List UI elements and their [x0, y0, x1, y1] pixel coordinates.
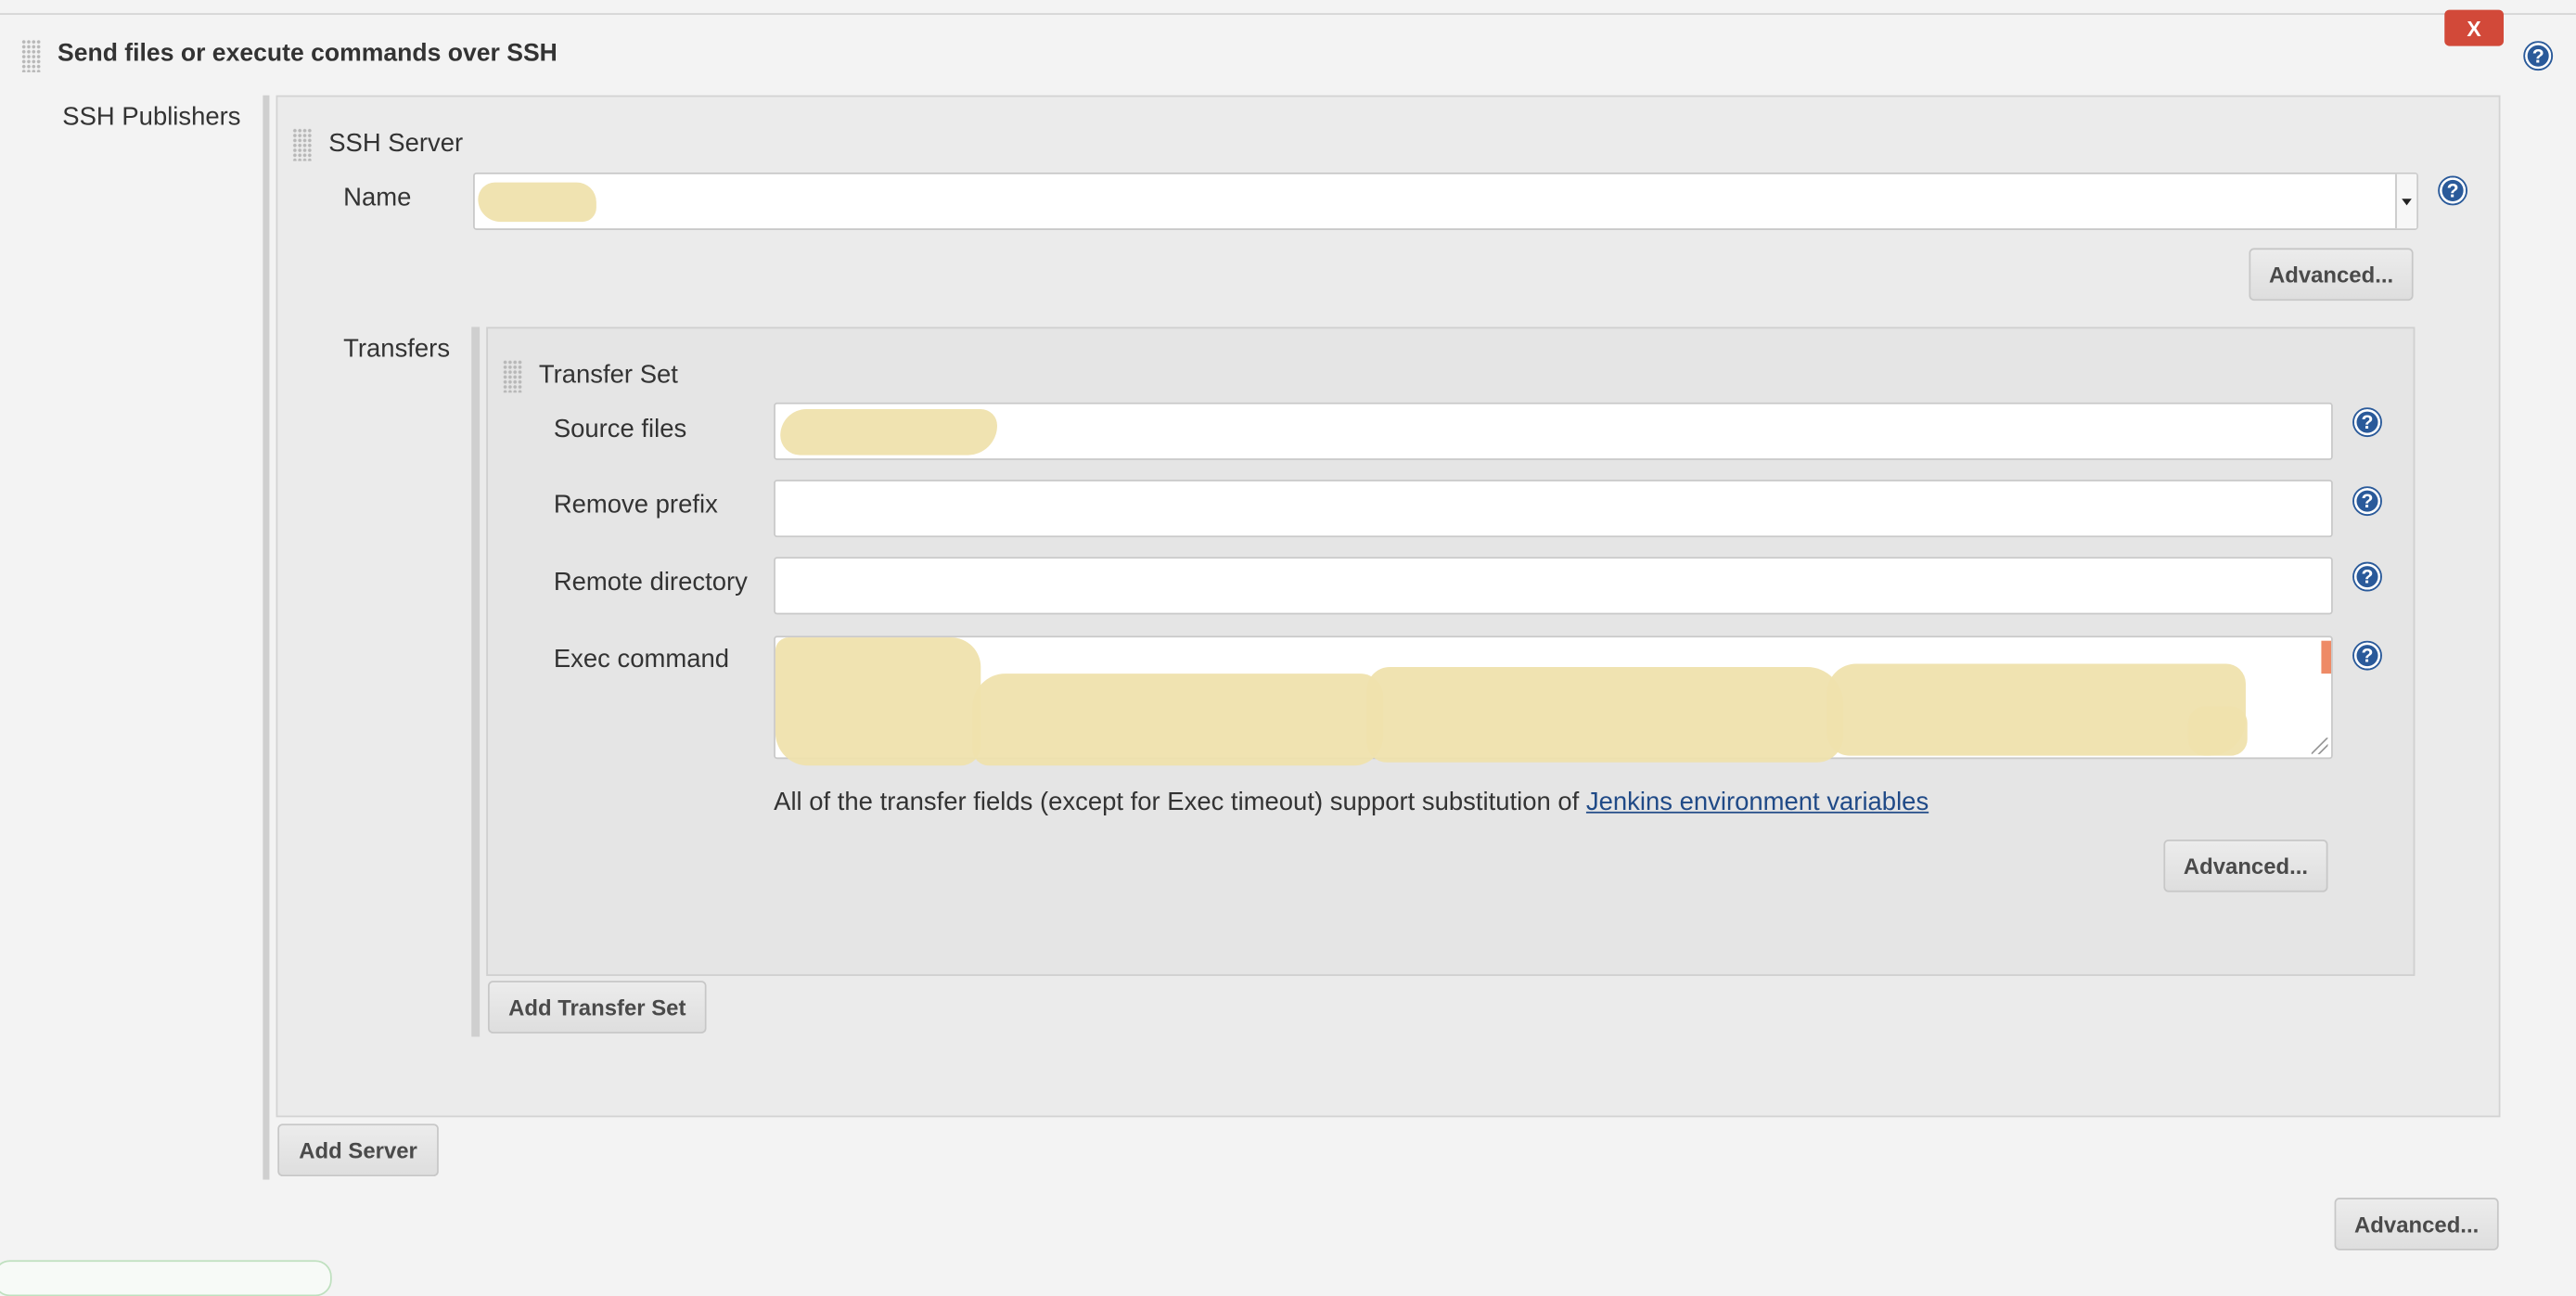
publishers-group-bar: [263, 95, 270, 1180]
server-name-select[interactable]: [473, 172, 2418, 230]
help-icon[interactable]: ?: [2352, 561, 2382, 592]
transfers-label: Transfers: [343, 335, 451, 364]
add-transfer-set-button[interactable]: Add Transfer Set: [487, 981, 707, 1033]
resize-grip-icon[interactable]: [2311, 738, 2328, 754]
redaction-mark: [972, 674, 1384, 766]
remote-directory-input[interactable]: [774, 557, 2333, 615]
drag-handle-icon[interactable]: [21, 39, 42, 72]
dropdown-toggle[interactable]: [2395, 173, 2417, 229]
redaction-mark: [1826, 663, 2246, 756]
source-files-label: Source files: [553, 416, 687, 444]
substitution-note-text: All of the transfer fields (except for E…: [774, 789, 1586, 817]
scroll-marker: [2321, 640, 2332, 674]
publisher-advanced-button[interactable]: Advanced...: [2334, 1198, 2499, 1251]
ssh-publishers-label: SSH Publishers: [62, 103, 241, 132]
remove-prefix-label: Remove prefix: [553, 491, 718, 520]
name-label: Name: [343, 184, 412, 212]
help-icon[interactable]: ?: [2352, 486, 2382, 517]
substitution-note: All of the transfer fields (except for E…: [774, 789, 1929, 818]
ssh-publisher-section: Send files or execute commands over SSH …: [0, 0, 2576, 1296]
chevron-down-icon: [2402, 199, 2412, 206]
redaction-mark: [478, 182, 596, 223]
transfer-set-drag-handle-icon[interactable]: [502, 359, 523, 393]
redaction-mark: [775, 637, 981, 766]
jenkins-env-vars-link[interactable]: Jenkins environment variables: [1586, 789, 1929, 816]
exec-command-label: Exec command: [553, 646, 730, 674]
help-icon[interactable]: ?: [2352, 640, 2382, 671]
ssh-server-header: SSH Server: [328, 129, 464, 159]
server-advanced-button[interactable]: Advanced...: [2249, 248, 2414, 302]
transfers-group-bar: [471, 327, 481, 1037]
partial-bottom-panel: [0, 1260, 332, 1296]
delete-section-button[interactable]: X: [2444, 9, 2505, 46]
redaction-mark: [780, 408, 997, 456]
section-title: Send files or execute commands over SSH: [57, 39, 557, 68]
remove-prefix-input[interactable]: [774, 480, 2333, 538]
help-icon[interactable]: ?: [2523, 41, 2554, 71]
help-icon[interactable]: ?: [2438, 175, 2468, 206]
source-files-input[interactable]: [774, 402, 2333, 460]
transfer-set-header: Transfer Set: [538, 361, 678, 390]
add-server-button[interactable]: Add Server: [277, 1123, 439, 1177]
redaction-mark: [2187, 706, 2248, 756]
top-divider: [0, 13, 2576, 15]
remote-directory-label: Remote directory: [553, 568, 748, 597]
help-icon[interactable]: ?: [2352, 407, 2382, 438]
server-drag-handle-icon[interactable]: [292, 128, 313, 161]
exec-command-textarea[interactable]: [774, 635, 2333, 766]
transfer-set-advanced-button[interactable]: Advanced...: [2163, 839, 2328, 892]
redaction-mark: [1366, 667, 1844, 763]
